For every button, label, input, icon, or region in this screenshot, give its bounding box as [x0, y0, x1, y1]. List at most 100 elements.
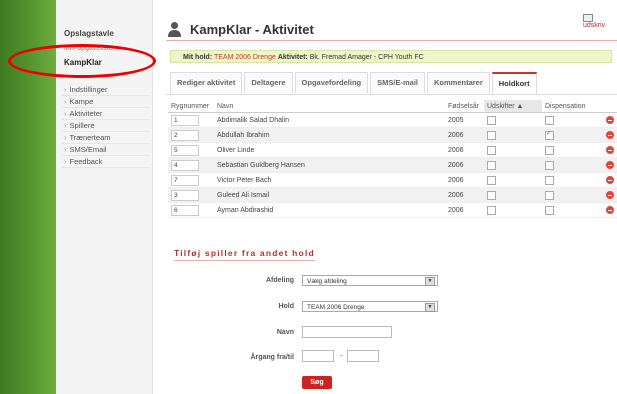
tab-deltagere[interactable]: Deltagere [244, 72, 293, 93]
player-name: Sebastian Guldberg Hansen [214, 157, 445, 173]
aargang-to-input[interactable] [347, 350, 379, 362]
aargang-from-input[interactable] [302, 350, 334, 362]
player-name: Abdullah Ibrahim [214, 127, 445, 143]
table-header-row: Rygnummer Navn Fødselsår Udskifter ▲ Dis… [168, 100, 617, 113]
hold-select[interactable]: TEAM 2006 Drenge ▼ [302, 301, 438, 312]
dispensation-cell [542, 112, 603, 128]
birth-year: 2006 [445, 127, 484, 143]
substitute-checkbox[interactable] [487, 115, 496, 125]
substitute-checkbox[interactable] [487, 190, 496, 200]
remove-icon[interactable] [606, 176, 614, 184]
remove-icon[interactable] [606, 191, 614, 199]
tab-kommentarer[interactable]: Kommentarer [426, 72, 490, 93]
print-link[interactable]: udskriv [583, 14, 617, 29]
dispensation-cell [542, 157, 603, 173]
row-number-cell: 2 [168, 127, 214, 143]
substitute-cell [484, 142, 542, 158]
printer-icon [583, 14, 593, 22]
chevron-right-icon: › [64, 109, 67, 118]
sidebar-item-label: Spillere [69, 121, 95, 130]
table-row: 6 Ayman Abdirashid 2006 [168, 202, 617, 218]
dispensation-cell [542, 187, 603, 203]
sidebar-item-feedback[interactable]: › Feedback [62, 156, 150, 168]
birth-year: 2006 [445, 157, 484, 173]
sidebar-title[interactable]: Opslagstavle [64, 29, 114, 38]
substitute-cell [484, 172, 542, 188]
remove-icon[interactable] [606, 206, 614, 214]
action-cell [603, 187, 617, 203]
row-number-cell: 4 [168, 157, 214, 173]
tab-bar: Rediger aktivitet Deltagere Opgavefordel… [170, 72, 539, 95]
highlight-oval [8, 44, 156, 78]
dispensation-checkbox[interactable] [545, 115, 554, 125]
substitute-cell [484, 127, 542, 143]
search-button[interactable]: Søg [302, 376, 332, 389]
jersey-number-input[interactable]: 5 [171, 144, 199, 156]
dispensation-checkbox[interactable] [545, 129, 554, 140]
substitute-checkbox[interactable] [487, 145, 496, 155]
navn-input[interactable] [302, 326, 392, 338]
action-cell [603, 202, 617, 218]
substitute-checkbox[interactable] [487, 160, 496, 170]
action-cell [603, 112, 617, 128]
row-number-cell: 7 [168, 172, 214, 188]
tab-holdkort[interactable]: Holdkort [491, 72, 537, 95]
table-row: 5 Oliver Linde 2006 [168, 142, 617, 158]
jersey-number-input[interactable]: 3 [171, 189, 199, 201]
sidebar-item-spillere[interactable]: › Spillere [62, 120, 150, 132]
sidebar-item-label: Aktiviteter [69, 109, 103, 118]
dropdown-arrow-icon: ▼ [425, 277, 435, 286]
col-rygnummer[interactable]: Rygnummer [168, 100, 214, 113]
col-udskifter[interactable]: Udskifter ▲ [484, 100, 542, 113]
dispensation-cell [542, 202, 603, 218]
sidebar-item-label: Feedback [69, 157, 103, 166]
substitute-checkbox[interactable] [487, 175, 496, 185]
dispensation-checkbox[interactable] [545, 145, 554, 155]
jersey-number-input[interactable]: 7 [171, 174, 199, 186]
sidebar-item-indstillinger[interactable]: › Indstillinger [62, 84, 150, 96]
remove-icon[interactable] [606, 146, 614, 154]
sidebar-item-sms-email[interactable]: › SMS/Email [62, 144, 150, 156]
sidebar-item-aktiviteter[interactable]: › Aktiviteter [62, 108, 150, 120]
afdeling-select[interactable]: Vælg afdeling ▼ [302, 275, 438, 286]
tab-divider [166, 94, 617, 95]
sidebar-item-label: Trænerteam [69, 133, 111, 142]
player-name: Victor Peter Bach [214, 172, 445, 188]
substitute-checkbox[interactable] [487, 205, 496, 215]
jersey-number-input[interactable]: 4 [171, 159, 199, 171]
jersey-number-input[interactable]: 6 [171, 204, 199, 216]
tab-opgavefordeling[interactable]: Opgavefordeling [294, 72, 369, 93]
player-name: Ayman Abdirashid [214, 202, 445, 218]
jersey-number-input[interactable]: 1 [171, 114, 199, 126]
remove-icon[interactable] [606, 161, 614, 169]
sidebar-item-kampe[interactable]: › Kampe [62, 96, 150, 108]
col-dispensation[interactable]: Dispensation [542, 100, 603, 113]
hold-value: TEAM 2006 Drenge [213, 54, 276, 61]
header-divider [166, 40, 617, 41]
table-row: 1 Abdimalik Salad Dhalin 2005 [168, 112, 617, 128]
substitute-cell [484, 112, 542, 128]
sidebar-item-traenerteam[interactable]: › Trænerteam [62, 132, 150, 144]
substitute-cell [484, 157, 542, 173]
aargang-label: Årgang fra/til [250, 354, 294, 361]
navn-label: Navn [276, 329, 294, 336]
remove-icon[interactable] [606, 131, 614, 139]
print-label: udskriv [583, 22, 606, 29]
dispensation-checkbox[interactable] [545, 205, 554, 215]
remove-icon[interactable] [606, 116, 614, 124]
row-number-cell: 6 [168, 202, 214, 218]
dispensation-checkbox[interactable] [545, 190, 554, 200]
player-name: Guleed Ali Ismail [214, 187, 445, 203]
tab-rediger-aktivitet[interactable]: Rediger aktivitet [170, 72, 243, 93]
tab-sms-email[interactable]: SMS/E-mail [370, 72, 425, 93]
col-navn[interactable]: Navn [214, 100, 445, 113]
player-table: Rygnummer Navn Fødselsår Udskifter ▲ Dis… [168, 100, 617, 218]
dispensation-checkbox[interactable] [545, 175, 554, 185]
add-player-section-title: Tilføj spiller fra andet hold [174, 248, 315, 261]
dispensation-cell [542, 142, 603, 158]
dispensation-checkbox[interactable] [545, 160, 554, 170]
substitute-checkbox[interactable] [487, 130, 496, 140]
range-separator: - [340, 351, 343, 360]
col-foedselsaar[interactable]: Fødselsår [445, 100, 484, 113]
jersey-number-input[interactable]: 2 [171, 129, 199, 141]
